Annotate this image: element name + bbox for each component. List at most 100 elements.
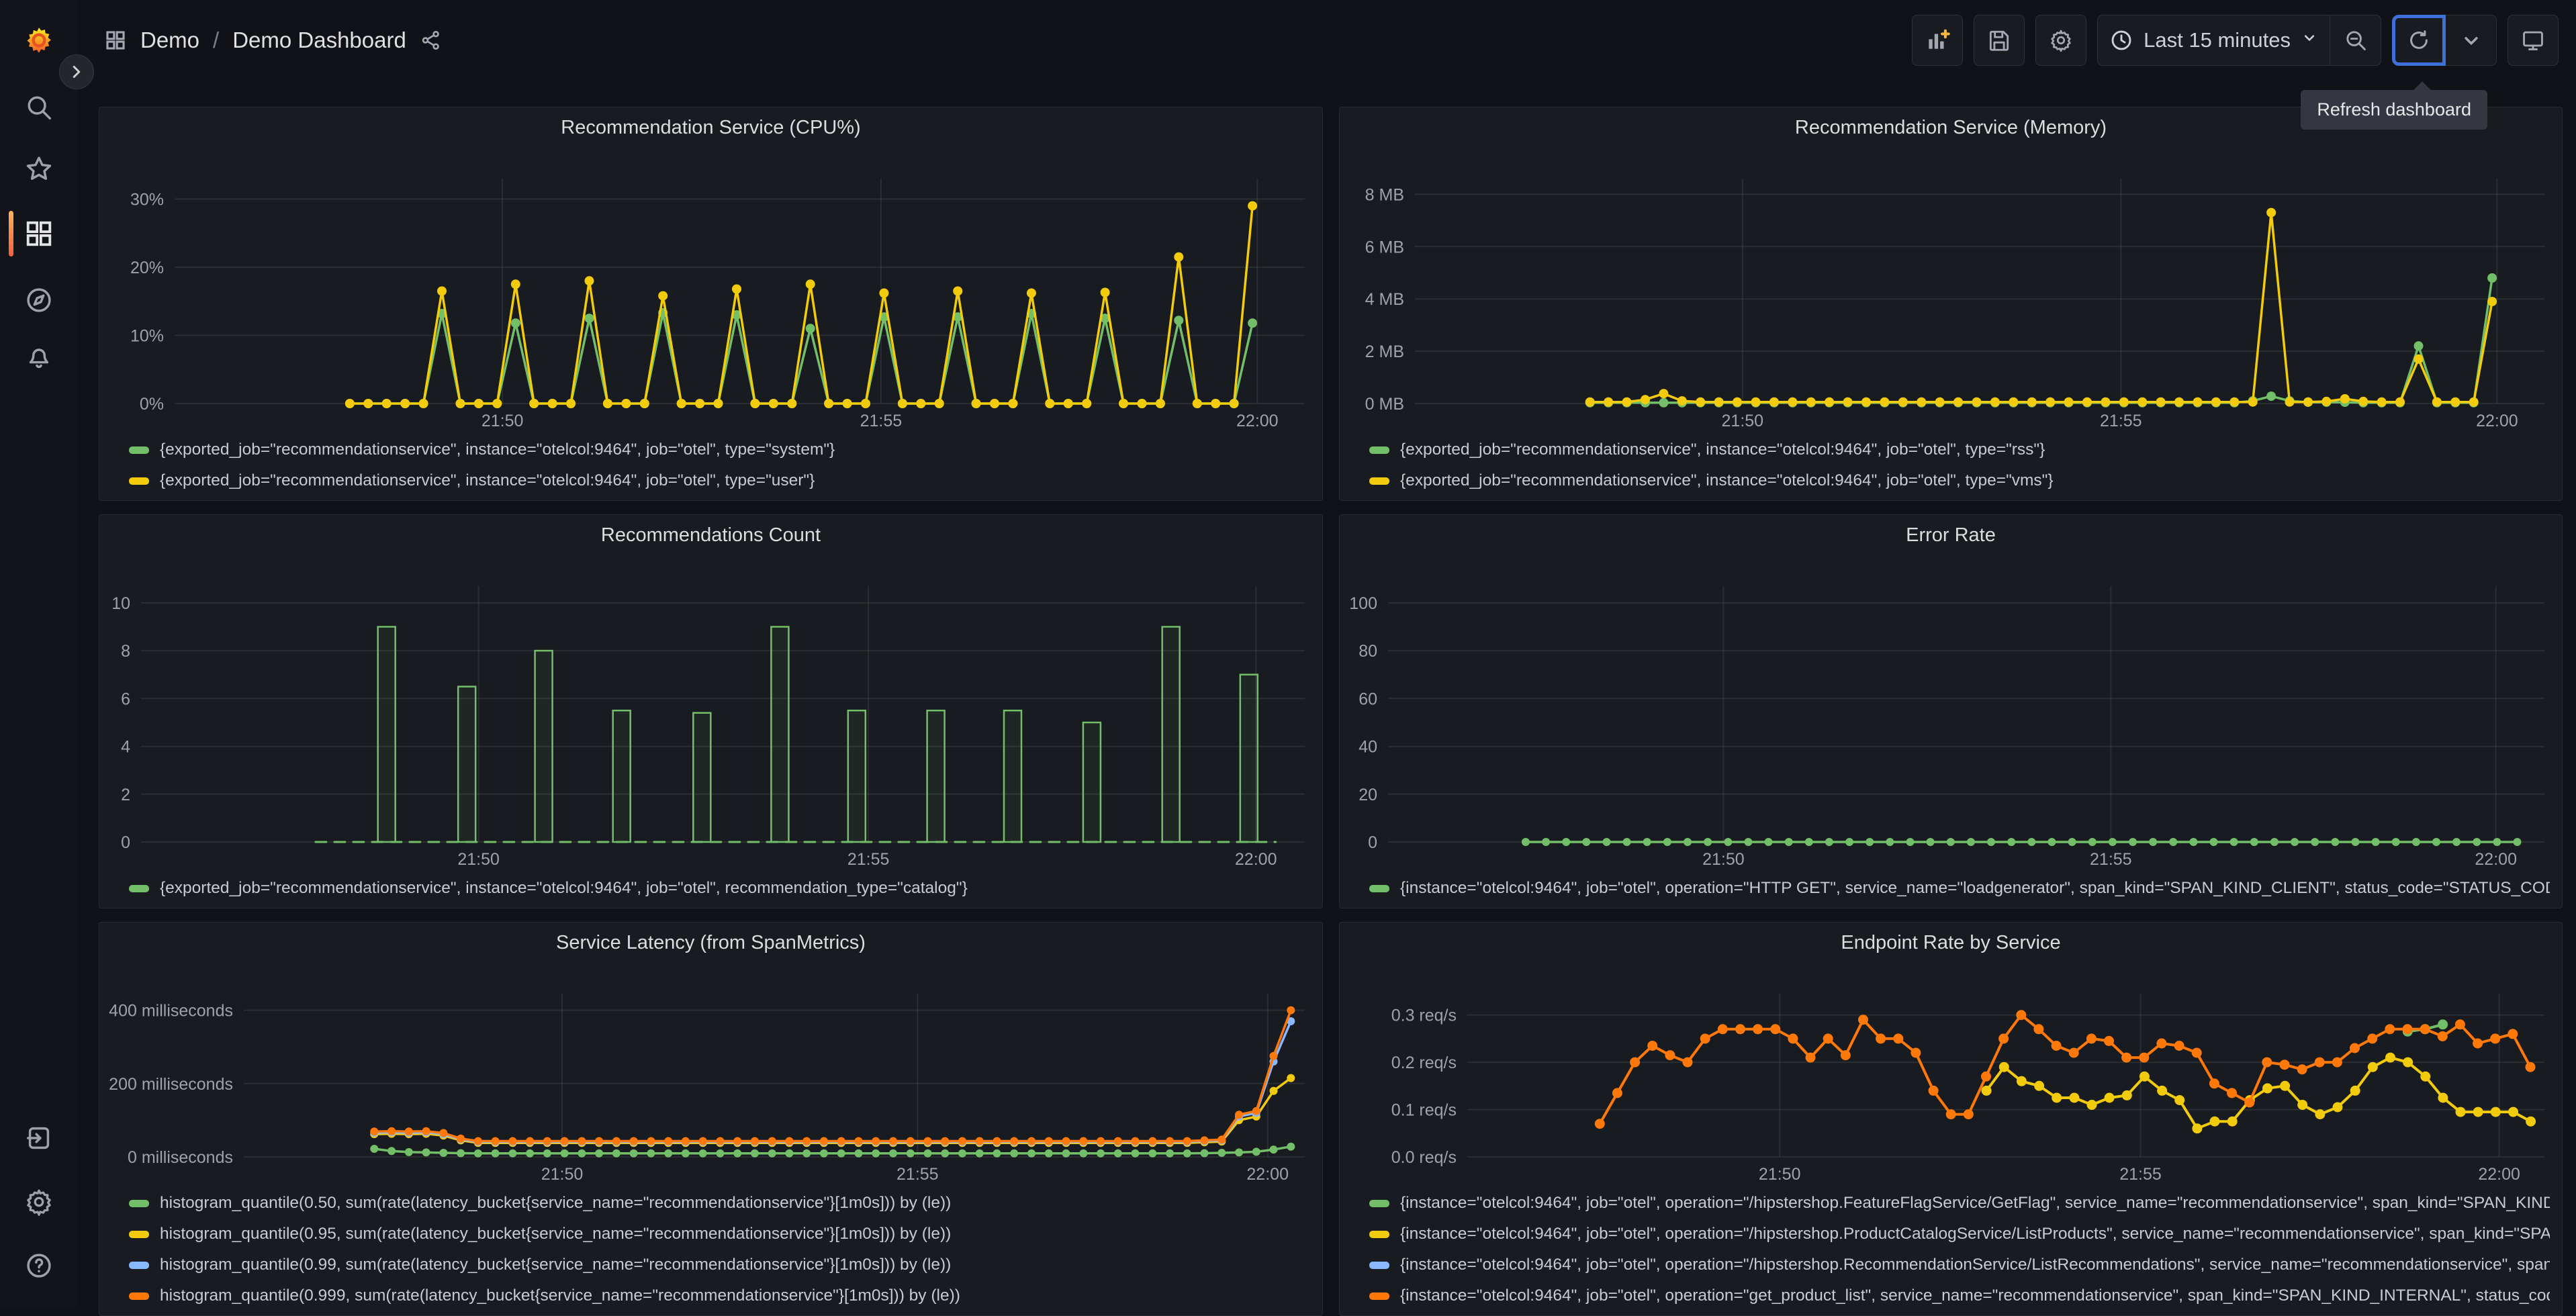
legend-swatch	[1369, 884, 1389, 892]
chart-area[interactable]: 0 milliseconds 200 milliseconds 400 millis…	[105, 963, 1317, 1184]
legend-item[interactable]: {instance="otelcol:9464", job="otel", op…	[1369, 1250, 2550, 1280]
explore-compass-icon[interactable]	[23, 284, 55, 316]
panel-title[interactable]: Error Rate	[1340, 515, 2562, 555]
breadcrumb-separator: /	[213, 28, 220, 52]
svg-text:20: 20	[1359, 786, 1377, 804]
svg-text:22:00: 22:00	[2478, 1165, 2520, 1184]
help-icon[interactable]	[23, 1250, 55, 1282]
legend: {instance="otelcol:9464", job="otel", op…	[1345, 873, 2557, 908]
grafana-logo[interactable]	[23, 24, 55, 56]
svg-text:4 MB: 4 MB	[1365, 290, 1404, 309]
legend-swatch	[1369, 1230, 1389, 1238]
panel-endpoint-rate: Endpoint Rate by Service 0.0 req/s 0.1 re…	[1339, 922, 2563, 1316]
settings-gear-icon[interactable]	[23, 1186, 55, 1218]
svg-text:21:55: 21:55	[847, 850, 890, 869]
chart-area[interactable]: 0% 10% 20% 30% 21:50 21:55 22:00	[105, 148, 1317, 430]
svg-text:200 milliseconds: 200 milliseconds	[109, 1075, 233, 1094]
legend-item[interactable]: {exported_job="recommendationservice", i…	[129, 434, 1310, 465]
legend-label: {exported_job="recommendationservice", i…	[1400, 440, 2045, 459]
svg-text:22:00: 22:00	[1236, 412, 1279, 430]
active-indicator	[9, 211, 13, 256]
legend-label: {exported_job="recommendationservice", i…	[160, 440, 835, 459]
legend-label: {instance="otelcol:9464", job="otel", op…	[1400, 1256, 2550, 1274]
legend-label: histogram_quantile(0.999, sum(rate(laten…	[160, 1286, 960, 1305]
alerting-bell-icon[interactable]	[23, 340, 55, 372]
legend-item[interactable]: {instance="otelcol:9464", job="otel", op…	[1369, 1188, 2550, 1219]
legend-label: {instance="otelcol:9464", job="otel", op…	[1400, 1286, 2550, 1305]
svg-text:21:50: 21:50	[541, 1165, 584, 1184]
sign-in-icon[interactable]	[23, 1122, 55, 1154]
svg-text:20%: 20%	[130, 258, 164, 277]
panel-title[interactable]: Endpoint Rate by Service	[1340, 923, 2562, 963]
svg-text:21:50: 21:50	[1702, 850, 1745, 869]
kiosk-mode-button[interactable]	[2508, 15, 2559, 66]
chart-canvas[interactable]: 0 milliseconds 200 milliseconds 400 millis…	[105, 963, 1317, 1184]
dashboard-settings-button[interactable]	[2035, 15, 2087, 66]
svg-text:21:55: 21:55	[860, 412, 903, 430]
legend-label: {exported_job="recommendationservice", i…	[160, 879, 968, 897]
legend-label: {exported_job="recommendationservice", i…	[160, 471, 815, 489]
chart-canvas[interactable]: 0.0 req/s 0.1 req/s 0.2 req/s 0.3 req/s 21:5…	[1345, 963, 2557, 1184]
chart-area[interactable]: 0 20 40 60 80 100 21:50 21:55 22:00	[1345, 555, 2557, 869]
chart-canvas[interactable]: 0 MB 2 MB 4 MB 6 MB 8 MB 21:50 21:55 22:00	[1345, 148, 2557, 430]
header: Demo / Demo Dashboard Last 15 minutes Re…	[77, 0, 2576, 130]
svg-text:2 MB: 2 MB	[1365, 342, 1404, 361]
legend-label: {exported_job="recommendationservice", i…	[1400, 471, 2054, 489]
svg-text:21:50: 21:50	[457, 850, 500, 869]
chart-area[interactable]: 0.0 req/s 0.1 req/s 0.2 req/s 0.3 req/s 21:5…	[1345, 963, 2557, 1184]
legend-item[interactable]: {exported_job="recommendationservice", i…	[1369, 434, 2550, 465]
legend-label: {instance="otelcol:9464", job="otel", op…	[1400, 879, 2550, 897]
refresh-dashboard-button[interactable]	[2392, 15, 2446, 66]
legend-item[interactable]: histogram_quantile(0.999, sum(rate(laten…	[129, 1280, 1310, 1311]
legend-item[interactable]: {exported_job="recommendationservice", i…	[1369, 465, 2550, 496]
add-panel-button[interactable]	[1912, 15, 1964, 66]
legend-label: {instance="otelcol:9464", job="otel", op…	[1400, 1194, 2550, 1212]
chart-canvas[interactable]: 0 2 4 6 8 10 21:50 21:55 22:00	[105, 555, 1317, 869]
svg-text:21:55: 21:55	[2100, 412, 2142, 430]
starred-icon[interactable]	[23, 153, 55, 185]
legend-swatch	[129, 1261, 149, 1269]
chart-area[interactable]: 0 MB 2 MB 4 MB 6 MB 8 MB 21:50 21:55 22:00	[1345, 148, 2557, 430]
svg-text:22:00: 22:00	[2476, 412, 2518, 430]
svg-text:22:00: 22:00	[2475, 850, 2517, 869]
panel-title[interactable]: Service Latency (from SpanMetrics)	[99, 923, 1322, 963]
svg-text:0.0 req/s: 0.0 req/s	[1391, 1148, 1457, 1167]
share-icon[interactable]	[420, 29, 443, 52]
legend-swatch	[129, 884, 149, 892]
svg-text:6: 6	[121, 690, 130, 708]
legend: histogram_quantile(0.50, sum(rate(latenc…	[105, 1188, 1317, 1315]
time-controls: Last 15 minutes	[2097, 15, 2381, 66]
chart-canvas[interactable]: 0 20 40 60 80 100 21:50 21:55 22:00	[1345, 555, 2557, 869]
legend-item[interactable]: {instance="otelcol:9464", job="otel", op…	[1369, 1219, 2550, 1250]
chart-canvas[interactable]: 0% 10% 20% 30% 21:50 21:55 22:00	[105, 148, 1317, 430]
panel-title[interactable]: Recommendation Service (CPU%)	[99, 107, 1322, 148]
refresh-interval-dropdown[interactable]	[2446, 15, 2497, 66]
legend-item[interactable]: {exported_job="recommendationservice", i…	[129, 465, 1310, 496]
svg-text:100: 100	[1349, 594, 1377, 613]
svg-text:0.3 req/s: 0.3 req/s	[1391, 1006, 1457, 1025]
time-range-picker[interactable]: Last 15 minutes	[2097, 15, 2330, 66]
zoom-out-button[interactable]	[2330, 15, 2381, 66]
legend-item[interactable]: {instance="otelcol:9464", job="otel", op…	[1369, 873, 2550, 904]
svg-text:10: 10	[111, 594, 130, 613]
breadcrumb-page-title[interactable]: Demo Dashboard	[232, 28, 406, 53]
legend-item[interactable]: histogram_quantile(0.95, sum(rate(latenc…	[129, 1219, 1310, 1250]
panel-title[interactable]: Recommendations Count	[99, 515, 1322, 555]
save-dashboard-button[interactable]	[1974, 15, 2025, 66]
search-icon[interactable]	[23, 91, 55, 124]
breadcrumb-section[interactable]: Demo	[140, 28, 199, 53]
legend-item[interactable]: {instance="otelcol:9464", job="otel", op…	[1369, 1280, 2550, 1311]
sidebar-item-dashboards[interactable]	[23, 218, 55, 250]
panel-service-latency: Service Latency (from SpanMetrics) 0 mil…	[99, 922, 1323, 1316]
legend-item[interactable]: {exported_job="recommendationservice", i…	[129, 873, 1310, 904]
chart-area[interactable]: 0 2 4 6 8 10 21:50 21:55 22:00	[105, 555, 1317, 869]
svg-text:21:50: 21:50	[1722, 412, 1764, 430]
legend-item[interactable]: histogram_quantile(0.50, sum(rate(latenc…	[129, 1188, 1310, 1219]
svg-text:400 milliseconds: 400 milliseconds	[109, 1002, 233, 1021]
sidebar-expand-button[interactable]	[59, 54, 94, 89]
legend-swatch	[129, 1199, 149, 1207]
svg-text:10%: 10%	[130, 327, 164, 346]
svg-text:2: 2	[121, 786, 130, 804]
legend-item[interactable]: histogram_quantile(0.99, sum(rate(latenc…	[129, 1250, 1310, 1280]
legend-label: {instance="otelcol:9464", job="otel", op…	[1400, 1225, 2550, 1243]
